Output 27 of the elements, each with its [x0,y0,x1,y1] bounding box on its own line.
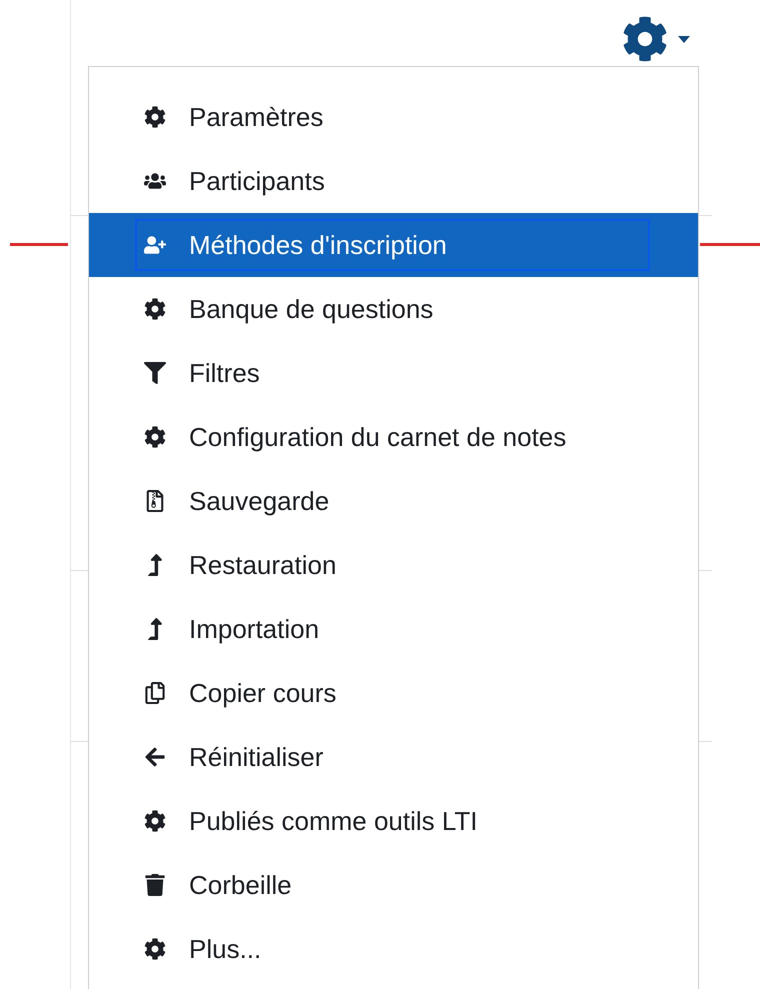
menu-item[interactable]: Paramètres [89,85,698,149]
copy-icon [144,682,166,704]
left-arrow-icon [144,746,166,768]
menu-item[interactable]: Plus... [89,917,698,981]
archive-file-icon [144,490,166,512]
user-plus-icon [144,234,166,256]
menu-item[interactable]: Filtres [89,341,698,405]
menu-item[interactable]: Copier cours [89,661,698,725]
menu-item[interactable]: Participants [89,149,698,213]
gear-icon [144,426,166,448]
filter-icon [144,362,166,384]
menu-item[interactable]: Configuration du carnet de notes [89,405,698,469]
gear-icon [144,106,166,128]
menu-item[interactable]: Publiés comme outils LTI [89,789,698,853]
menu-item[interactable]: Corbeille [89,853,698,917]
menu-item[interactable]: Restauration [89,533,698,597]
gear-icon [144,298,166,320]
caret-icon [678,36,690,42]
settings-icon [622,16,668,62]
menu-item[interactable]: Réinitialiser [89,725,698,789]
menu-item[interactable]: Importation [89,597,698,661]
menu-item[interactable]: Sauvegarde [89,469,698,533]
gear-icon [144,938,166,960]
menu-item[interactable]: Banque de questions [89,277,698,341]
menu-item[interactable]: Méthodes d'inscription [89,213,698,277]
trash-icon [144,874,166,896]
gear-icon [144,810,166,832]
